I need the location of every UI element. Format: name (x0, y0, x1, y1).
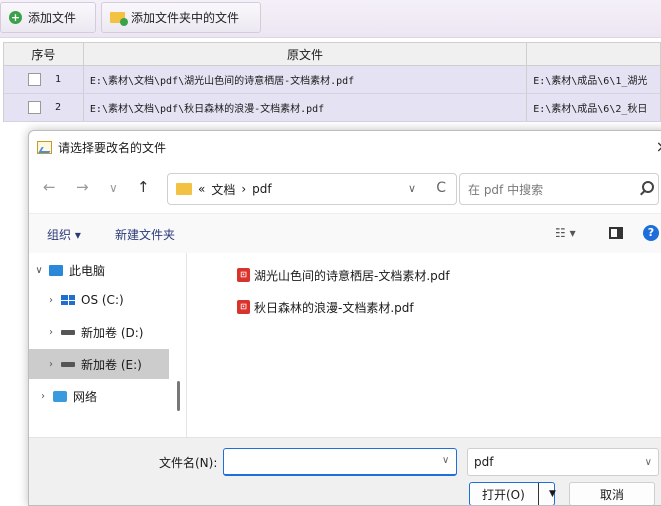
expand-chevron-icon[interactable]: › (41, 359, 61, 370)
tree-item-drive-e[interactable]: › 新加卷 (E:) (29, 349, 169, 379)
tree-item-os-c[interactable]: › OS (C:) (29, 285, 169, 315)
cancel-button[interactable]: 取消 (569, 482, 655, 505)
tree-item-label: 新加卷 (D:) (81, 325, 144, 340)
filename-history-chevron-icon[interactable]: ∨ (442, 455, 449, 466)
file-open-dialog: 请选择要改名的文件 × ← → ∨ ↑ « 文档 › pdf ∨ C 在 pdf… (28, 130, 661, 506)
navigation-scrollbar[interactable] (177, 381, 180, 411)
breadcrumb-overflow[interactable]: « (198, 182, 205, 196)
table-row[interactable]: 2 E:\素材\文档\pdf\秋日森林的浪漫-文档素材.pdf E:\素材\成品… (4, 94, 661, 122)
open-button-label: 打开(O) (482, 487, 525, 502)
expand-chevron-icon[interactable]: › (41, 327, 61, 338)
row-index: 2 (55, 102, 62, 113)
add-folder-icon (110, 12, 128, 26)
row-index: 1 (55, 74, 62, 85)
tree-item-label: 网络 (73, 389, 98, 404)
preview-pane-icon[interactable] (609, 227, 623, 239)
dialog-app-icon (37, 140, 52, 154)
file-name: 秋日森林的浪漫-文档素材.pdf (254, 300, 414, 315)
search-input[interactable]: 在 pdf 中搜索 (459, 173, 659, 205)
help-icon[interactable]: ? (643, 225, 659, 241)
pdf-icon: ⊡ (237, 268, 250, 282)
drive-icon (61, 329, 75, 335)
file-list: ⊡ 湖光山色间的诗意栖居-文档素材.pdf ⊡ 秋日森林的浪漫-文档素材.pdf (229, 253, 659, 437)
row-checkbox[interactable] (28, 101, 41, 114)
add-file-button[interactable]: + 添加文件 (0, 2, 96, 33)
tree-item-this-pc[interactable]: ∨ 此电脑 (29, 255, 169, 285)
dialog-titlebar: 请选择要改名的文件 × (29, 131, 661, 163)
row-target-path: E:\素材\成品\6\1_湖光 (527, 66, 661, 93)
list-item[interactable]: ⊡ 秋日森林的浪漫-文档素材.pdf (237, 295, 414, 319)
close-icon[interactable]: × (656, 137, 661, 156)
dialog-footer: 文件名(N): ∨ pdf ∨ 打开(O) ▼ 取消 (29, 437, 661, 505)
pdf-icon: ⊡ (237, 300, 250, 314)
tree-item-label: OS (C:) (81, 293, 124, 307)
expand-chevron-icon[interactable]: › (33, 391, 53, 402)
tree-item-label: 新加卷 (E:) (81, 357, 142, 372)
add-folder-files-button[interactable]: 添加文件夹中的文件 (101, 2, 261, 33)
folder-icon (176, 183, 192, 195)
recent-locations-chevron-icon[interactable]: ∨ (109, 181, 118, 195)
table-header: 序号 原文件 (4, 42, 661, 66)
tree-item-drive-d[interactable]: › 新加卷 (D:) (29, 317, 169, 347)
row-source-path: E:\素材\文档\pdf\湖光山色间的诗意栖居-文档素材.pdf (84, 66, 528, 93)
dialog-title: 请选择要改名的文件 (58, 140, 167, 155)
header-source[interactable]: 原文件 (84, 43, 528, 65)
row-source-path: E:\素材\文档\pdf\秋日森林的浪漫-文档素材.pdf (84, 94, 528, 121)
expand-chevron-icon[interactable]: ∨ (29, 265, 49, 276)
breadcrumb-separator: › (241, 182, 247, 196)
open-split-dropdown-icon[interactable]: ▼ (538, 483, 556, 505)
app-toolbar: + 添加文件 添加文件夹中的文件 (0, 0, 661, 38)
command-bar: 组织 ▾ 新建文件夹 ☷ ▾ ? (29, 213, 661, 253)
header-target[interactable] (527, 43, 661, 65)
organize-menu[interactable]: 组织 ▾ (47, 226, 81, 243)
breadcrumb-documents[interactable]: 文档 (211, 181, 235, 198)
search-icon[interactable] (642, 181, 654, 193)
address-row: ← → ∨ ↑ « 文档 › pdf ∨ C 在 pdf 中搜索 (29, 167, 661, 211)
back-arrow-icon[interactable]: ← (43, 178, 56, 196)
filetype-select[interactable]: pdf ∨ (467, 448, 659, 476)
add-folder-label: 添加文件夹中的文件 (131, 11, 240, 25)
add-file-label: 添加文件 (28, 11, 77, 25)
view-options-icon[interactable]: ☷ ▾ (555, 226, 576, 240)
row-target-path: E:\素材\成品\6\2_秋日 (527, 94, 661, 121)
list-item[interactable]: ⊡ 湖光山色间的诗意栖居-文档素材.pdf (237, 263, 450, 287)
pc-icon (49, 264, 63, 276)
header-index[interactable]: 序号 (4, 43, 84, 65)
filetype-chevron-icon: ∨ (644, 457, 652, 468)
drive-icon (61, 361, 75, 367)
address-dropdown-chevron-icon[interactable]: ∨ (408, 182, 416, 195)
file-name: 湖光山色间的诗意栖居-文档素材.pdf (254, 268, 450, 283)
tree-item-network[interactable]: › 网络 (29, 381, 169, 411)
new-folder-button[interactable]: 新建文件夹 (115, 226, 175, 243)
expand-chevron-icon[interactable]: › (41, 295, 61, 306)
network-icon (53, 390, 67, 402)
filename-label: 文件名(N): (159, 456, 218, 470)
up-arrow-icon[interactable]: ↑ (137, 178, 150, 196)
filename-field[interactable] (223, 448, 457, 476)
forward-arrow-icon[interactable]: → (76, 178, 89, 196)
refresh-icon[interactable]: C (436, 180, 446, 196)
file-table: 序号 原文件 1 E:\素材\文档\pdf\湖光山色间的诗意栖居-文档素材.pd… (3, 42, 661, 122)
table-row[interactable]: 1 E:\素材\文档\pdf\湖光山色间的诗意栖居-文档素材.pdf E:\素材… (4, 66, 661, 94)
row-checkbox[interactable] (28, 73, 41, 86)
navigation-pane: ∨ 此电脑 › OS (C:) › 新加卷 (D:) › 新加卷 (E:) › … (29, 253, 187, 437)
search-placeholder: 在 pdf 中搜索 (468, 182, 544, 197)
open-button[interactable]: 打开(O) ▼ (469, 482, 556, 505)
windows-drive-icon (61, 295, 75, 305)
breadcrumb-pdf[interactable]: pdf (252, 182, 271, 196)
filetype-value: pdf (474, 455, 494, 469)
tree-item-label: 此电脑 (69, 263, 106, 278)
add-icon: + (9, 11, 22, 24)
address-bar[interactable]: « 文档 › pdf ∨ C (167, 173, 457, 205)
